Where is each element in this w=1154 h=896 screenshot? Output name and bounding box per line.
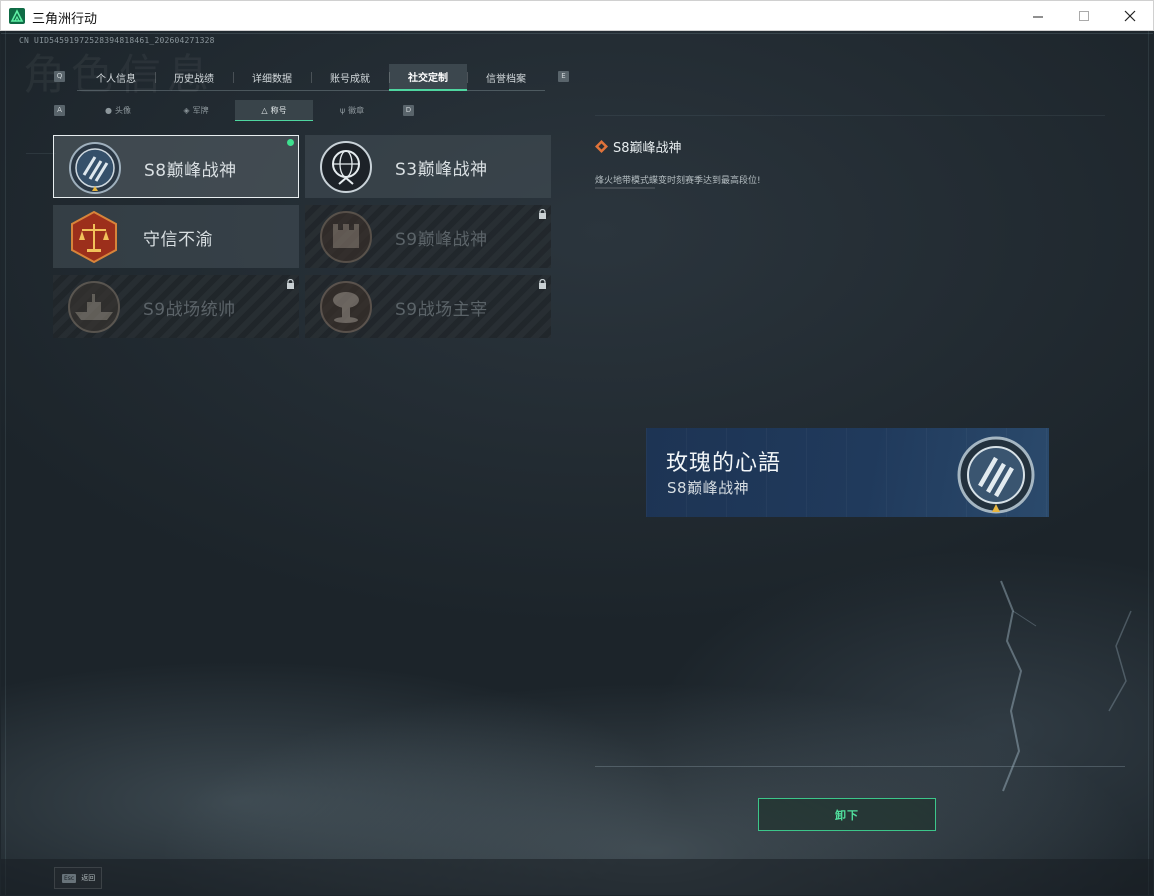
title-card[interactable]: S9战场统帅 — [53, 275, 299, 338]
window-titlebar: 三角洲行动 — [0, 0, 1154, 31]
frame-line — [5, 31, 6, 895]
divider — [595, 766, 1125, 767]
main-tabs: 个人信息 历史战绩 详细数据 账号成就 社交定制 信誉档案 — [77, 64, 545, 91]
title-name: S9战场主宰 — [395, 300, 488, 320]
preview-player-name: 玫瑰的心語 — [666, 451, 782, 476]
back-label: 返回 — [81, 874, 96, 882]
subtab-label: 徽章 — [348, 106, 365, 115]
game-viewport: 角色信息 CN UID54591972528394818461_20260427… — [1, 31, 1153, 895]
title-card[interactable]: S9战场主宰 — [305, 275, 551, 338]
title-card[interactable]: 守信不渝 — [53, 205, 299, 268]
diamond-target-icon — [595, 140, 608, 153]
fortress-medal-icon — [320, 211, 372, 263]
frame-line — [1, 33, 1153, 34]
back-button[interactable]: Esc 返回 — [54, 867, 102, 889]
tab-personal-info[interactable]: 个人信息 — [77, 64, 155, 91]
stripes-medal-icon — [957, 436, 1035, 514]
detail-header: S8巅峰战神 — [595, 137, 682, 156]
title-name: S9巅峰战神 — [395, 230, 488, 250]
subtab-label: 头像 — [114, 106, 131, 115]
lock-icon — [539, 209, 546, 219]
footer-bar — [1, 859, 1153, 895]
stripes-medal-icon — [69, 142, 121, 194]
tab-prev-key[interactable]: Q — [54, 71, 65, 82]
divider — [595, 187, 655, 189]
maximize-icon[interactable] — [1061, 1, 1107, 31]
subtab-dogtag[interactable]: ◈ 军牌 — [157, 100, 235, 121]
lock-icon — [287, 279, 294, 289]
globe-medal-icon — [320, 141, 372, 193]
minimize-icon[interactable] — [1015, 1, 1061, 31]
title-preview-banner: 玫瑰的心語 S8巅峰战神 — [646, 428, 1049, 517]
scales-medal-icon — [71, 210, 117, 264]
esc-key: Esc — [62, 873, 77, 883]
subtab-badge[interactable]: ψ 徽章 — [313, 100, 391, 121]
subtab-next-key[interactable]: D — [403, 105, 414, 116]
title-name: S3巅峰战神 — [395, 160, 488, 180]
title-card[interactable]: S3巅峰战神 — [305, 135, 551, 198]
app-icon — [9, 8, 25, 24]
title-card[interactable]: S8巅峰战神 — [53, 135, 299, 198]
subtab-prev-key[interactable]: A — [54, 105, 65, 116]
wing-icon: ψ — [339, 106, 346, 115]
subtab-avatar[interactable]: ● 头像 — [79, 100, 157, 121]
equipped-indicator — [287, 139, 294, 146]
player-uid: CN UID54591972528394818461_202604271328 — [19, 36, 215, 45]
dogtag-icon: ◈ — [183, 106, 190, 115]
warship-medal-icon — [68, 281, 120, 333]
mushroom-cloud-medal-icon — [320, 281, 372, 333]
tab-match-history[interactable]: 历史战绩 — [155, 64, 233, 91]
subtab-label: 称号 — [270, 105, 287, 115]
divider — [595, 115, 1105, 116]
window-title: 三角洲行动 — [32, 12, 98, 27]
lock-icon — [539, 279, 546, 289]
title-card[interactable]: S9巅峰战神 — [305, 205, 551, 268]
subtab-title[interactable]: △ 称号 — [235, 100, 313, 121]
tab-detailed-stats[interactable]: 详细数据 — [233, 64, 311, 91]
title-name: S9战场统帅 — [143, 300, 236, 320]
person-icon: ● — [105, 106, 112, 115]
subtab-label: 军牌 — [192, 106, 209, 115]
sub-tabs: ● 头像 ◈ 军牌 △ 称号 ψ 徽章 — [79, 100, 391, 121]
unequip-button[interactable]: 卸下 — [758, 798, 936, 831]
emblem-icon: △ — [261, 105, 268, 115]
title-name: 守信不渝 — [143, 230, 213, 250]
detail-title: S8巅峰战神 — [613, 141, 682, 156]
detail-description: 烽火地带模式蝶变时刻赛季达到最高段位! — [595, 176, 761, 186]
title-name: S8巅峰战神 — [144, 161, 237, 181]
preview-title: S8巅峰战神 — [667, 479, 750, 497]
tab-credit-record[interactable]: 信誉档案 — [467, 64, 545, 91]
divider — [26, 153, 56, 154]
close-icon[interactable] — [1107, 1, 1153, 31]
tab-social-custom[interactable]: 社交定制 — [389, 64, 467, 91]
tab-next-key[interactable]: E — [558, 71, 569, 82]
tab-achievements[interactable]: 账号成就 — [311, 64, 389, 91]
